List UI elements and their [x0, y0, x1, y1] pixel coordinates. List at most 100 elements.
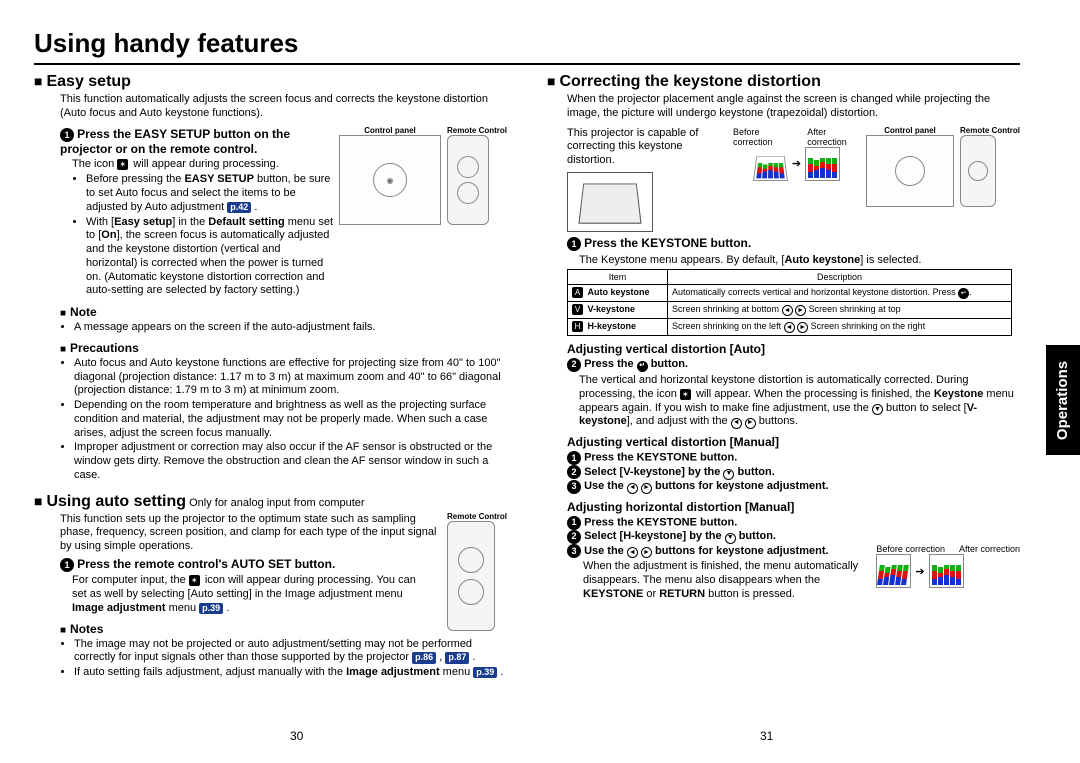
processing-icon: ✶	[189, 575, 200, 586]
right-arrow-icon: ►	[795, 305, 806, 316]
auto-step1-body: For computer input, the ✶ icon will appe…	[72, 574, 430, 615]
title-rule	[34, 63, 1020, 65]
right-arrow-icon: ►	[641, 547, 652, 558]
easy-setup-step1-body: The icon ✶ will appear during processing…	[72, 158, 333, 299]
step-number-icon: 1	[60, 558, 74, 572]
adj-h-manual-heading: Adjusting horizontal distortion [Manual]	[567, 500, 1020, 514]
auto-setting-step1: 1 Press the remote control's AUTO SET bu…	[60, 557, 430, 615]
processing-icon: ✶	[117, 159, 128, 170]
manual-h-2: 2 Select [H-keystone] by the ▼ button.	[567, 530, 1020, 544]
precautions-heading: ■Precautions	[60, 341, 507, 355]
keystone-capable: This projector is capable of correcting …	[567, 127, 727, 168]
note-bullet: A message appears on the screen if the a…	[74, 321, 507, 335]
right-arrow-icon: ►	[745, 418, 756, 429]
manual-v-3: 3 Use the ◄ ► buttons for keystone adjus…	[567, 480, 1020, 494]
step-number-icon: 2	[567, 358, 581, 372]
step-number-icon: 1	[567, 237, 581, 251]
tbl-head-desc: Description	[668, 270, 1012, 285]
left-arrow-icon: ◄	[782, 305, 793, 316]
easy-bullet-1: Before pressing the EASY SETUP button, b…	[86, 173, 333, 214]
page-link-87[interactable]: p.87	[445, 652, 469, 663]
adj-v-auto-heading: Adjusting vertical distortion [Auto]	[567, 342, 1020, 356]
right-arrow-icon: ►	[641, 483, 652, 494]
adj-v-manual-heading: Adjusting vertical distortion [Manual]	[567, 435, 1020, 449]
control-panel-diagram-r	[866, 135, 954, 207]
processing-icon: ✶	[680, 389, 691, 400]
fig-label-remote-r: Remote Control	[960, 127, 1020, 136]
auto-note-1: The image may not be projected or auto a…	[74, 638, 507, 666]
manual-v-1: 1 Press the KEYSTONE button.	[567, 451, 1020, 465]
before-label-2: Before correction	[876, 544, 945, 554]
auto-note-2: If auto setting fails adjustment, adjust…	[74, 666, 507, 680]
manual-h-3: 3 Use the ◄ ► buttons for keystone adjus…	[567, 544, 866, 558]
manual-v-2: 2 Select [V-keystone] by the ▼ button.	[567, 465, 1020, 479]
remote-diagram-2	[447, 521, 495, 631]
after-label: After correction	[807, 127, 860, 147]
easy-setup-step1: 1 Press the EASY SETUP button on the pro…	[60, 127, 507, 300]
down-arrow-icon: ▼	[872, 404, 883, 415]
chart-before-top	[753, 156, 788, 181]
table-row: H H-keystoneScreen shrinking on the left…	[568, 318, 1012, 335]
auto-setting-intro: This function sets up the projector to t…	[60, 513, 441, 554]
table-row: V V-keystoneScreen shrinking at bottom ◄…	[568, 301, 1012, 318]
keystone-heading: ■Correcting the keystone distortion	[547, 73, 1020, 91]
manual-h-1: 1 Press the KEYSTONE button.	[567, 516, 1020, 530]
columns: ■Easy setup This function automatically …	[34, 71, 1020, 681]
precaution-3: Improper adjustment or correction may al…	[74, 441, 507, 482]
remote-diagram	[447, 135, 489, 225]
note-heading: ■Note	[60, 305, 507, 319]
chart-before-bottom	[876, 554, 911, 588]
fig-label-remote-2: Remote Control	[447, 513, 507, 522]
h-icon: H	[572, 321, 583, 332]
table-row: A Auto keystoneAutomatically corrects ve…	[568, 285, 1012, 302]
page-link-42[interactable]: p.42	[227, 202, 251, 213]
page-link-86[interactable]: p.86	[412, 652, 436, 663]
fig-label-control-panel-r: Control panel	[866, 127, 954, 136]
keystone-step1: 1 Press the KEYSTONE button. The Keyston…	[567, 236, 1020, 268]
left-arrow-icon: ◄	[627, 483, 638, 494]
step-number-icon: 1	[60, 128, 74, 142]
page-link-39b[interactable]: p.39	[473, 667, 497, 678]
precaution-1: Auto focus and Auto keystone functions a…	[74, 357, 507, 398]
tbl-head-item: Item	[568, 270, 668, 285]
enter-button-icon: ↵	[958, 288, 969, 299]
col-right: ■Correcting the keystone distortion When…	[547, 71, 1020, 681]
enter-button-icon: ↵	[637, 361, 648, 372]
fig-label-control-panel: Control panel	[339, 127, 441, 136]
arrow-icon: ➔	[915, 565, 924, 578]
projector-screen-diagram	[567, 172, 653, 232]
chart-after-top	[805, 147, 840, 181]
manual-spread: Using handy features ■Easy setup This fu…	[0, 0, 1080, 763]
keystone-step2: 2 Press the ↵ button. The vertical and h…	[567, 358, 1020, 430]
left-arrow-icon: ◄	[627, 547, 638, 558]
remote-diagram-r	[960, 135, 996, 207]
easy-bullet-2: With [Easy setup] in the Default setting…	[86, 216, 333, 299]
page-number-left: 30	[290, 729, 303, 743]
left-arrow-icon: ◄	[731, 418, 742, 429]
fig-label-remote: Remote Control	[447, 127, 507, 136]
precaution-2: Depending on the room temperature and br…	[74, 399, 507, 440]
control-panel-diagram: ◉	[339, 135, 441, 225]
down-arrow-icon: ▼	[725, 533, 736, 544]
before-label: Before correction	[733, 127, 792, 147]
keystone-intro: When the projector placement angle again…	[567, 93, 1020, 121]
left-arrow-icon: ◄	[784, 322, 795, 333]
notes-heading: ■Notes	[60, 622, 507, 636]
auto-icon: A	[572, 287, 583, 298]
page-title: Using handy features	[34, 28, 1020, 59]
easy-setup-intro: This function automatically adjusts the …	[60, 93, 507, 121]
keystone-table: ItemDescription A Auto keystoneAutomatic…	[567, 269, 1012, 336]
side-tab-operations: Operations	[1046, 345, 1080, 455]
easy-setup-heading: ■Easy setup	[34, 73, 507, 91]
after-label-2: After correction	[959, 544, 1020, 554]
right-arrow-icon: ►	[797, 322, 808, 333]
col-left: ■Easy setup This function automatically …	[34, 71, 507, 681]
page-number-right: 31	[760, 729, 773, 743]
easy-setup-step1-title: Press the EASY SETUP button on the proje…	[60, 127, 290, 156]
auto-setting-heading: ■Using auto setting Only for analog inpu…	[34, 493, 507, 511]
v-icon: V	[572, 304, 583, 315]
arrow-icon: ➔	[792, 157, 801, 170]
chart-after-bottom	[929, 554, 964, 588]
auto-step1-title: Press the remote control's AUTO SET butt…	[77, 557, 335, 571]
page-link-39[interactable]: p.39	[199, 603, 223, 614]
